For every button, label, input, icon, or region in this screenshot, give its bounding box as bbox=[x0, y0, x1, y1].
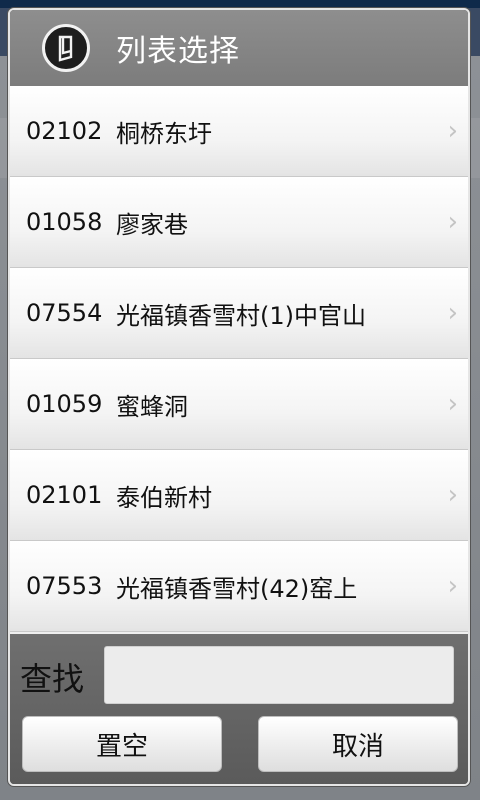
item-name: 光福镇香雪村(42)窑上 bbox=[116, 574, 358, 603]
list-item[interactable]: 01059 蜜蜂洞 › bbox=[10, 359, 468, 450]
item-name: 泰伯新村 bbox=[116, 483, 212, 512]
dialog-title: 列表选择 bbox=[116, 34, 240, 69]
chevron-right-icon: › bbox=[447, 298, 458, 328]
item-name: 桐桥东圩 bbox=[116, 119, 212, 148]
cancel-button[interactable]: 取消 bbox=[258, 716, 458, 772]
clear-button[interactable]: 置空 bbox=[22, 716, 222, 772]
chevron-right-icon: › bbox=[447, 207, 458, 237]
item-code: 01059 bbox=[26, 390, 103, 418]
item-name: 蜜蜂洞 bbox=[116, 392, 188, 421]
chevron-right-icon: › bbox=[447, 116, 458, 146]
list-item[interactable]: 02101 泰伯新村 › bbox=[10, 450, 468, 541]
item-code: 02101 bbox=[26, 481, 103, 509]
list-item[interactable]: 02102 桐桥东圩 › bbox=[10, 86, 468, 177]
chevron-right-icon: › bbox=[447, 389, 458, 419]
search-area: 查找 置空 取消 bbox=[10, 634, 468, 784]
chevron-right-icon: › bbox=[447, 571, 458, 601]
item-list: 02102 桐桥东圩 › 01058 廖家巷 › 07554 光福镇香雪村(1)… bbox=[10, 86, 468, 634]
item-code: 01058 bbox=[26, 208, 103, 236]
list-item[interactable]: 07554 光福镇香雪村(1)中官山 › bbox=[10, 268, 468, 359]
status-bar bbox=[0, 0, 480, 8]
search-input[interactable] bbox=[104, 646, 454, 704]
item-code: 02102 bbox=[26, 117, 103, 145]
list-select-dialog: 列表选择 02102 桐桥东圩 › 01058 廖家巷 › 07554 光福镇香… bbox=[8, 8, 470, 786]
item-name: 光福镇香雪村(1)中官山 bbox=[116, 301, 366, 330]
search-label: 查找 bbox=[20, 660, 85, 698]
item-name: 廖家巷 bbox=[116, 210, 188, 239]
bookmark-icon bbox=[42, 24, 90, 72]
dialog-title-bar: 列表选择 bbox=[10, 10, 468, 86]
item-code: 07553 bbox=[26, 572, 103, 600]
chevron-right-icon: › bbox=[447, 480, 458, 510]
list-item[interactable]: 01058 廖家巷 › bbox=[10, 177, 468, 268]
item-code: 07554 bbox=[26, 299, 103, 327]
list-item[interactable]: 07553 光福镇香雪村(42)窑上 › bbox=[10, 541, 468, 632]
